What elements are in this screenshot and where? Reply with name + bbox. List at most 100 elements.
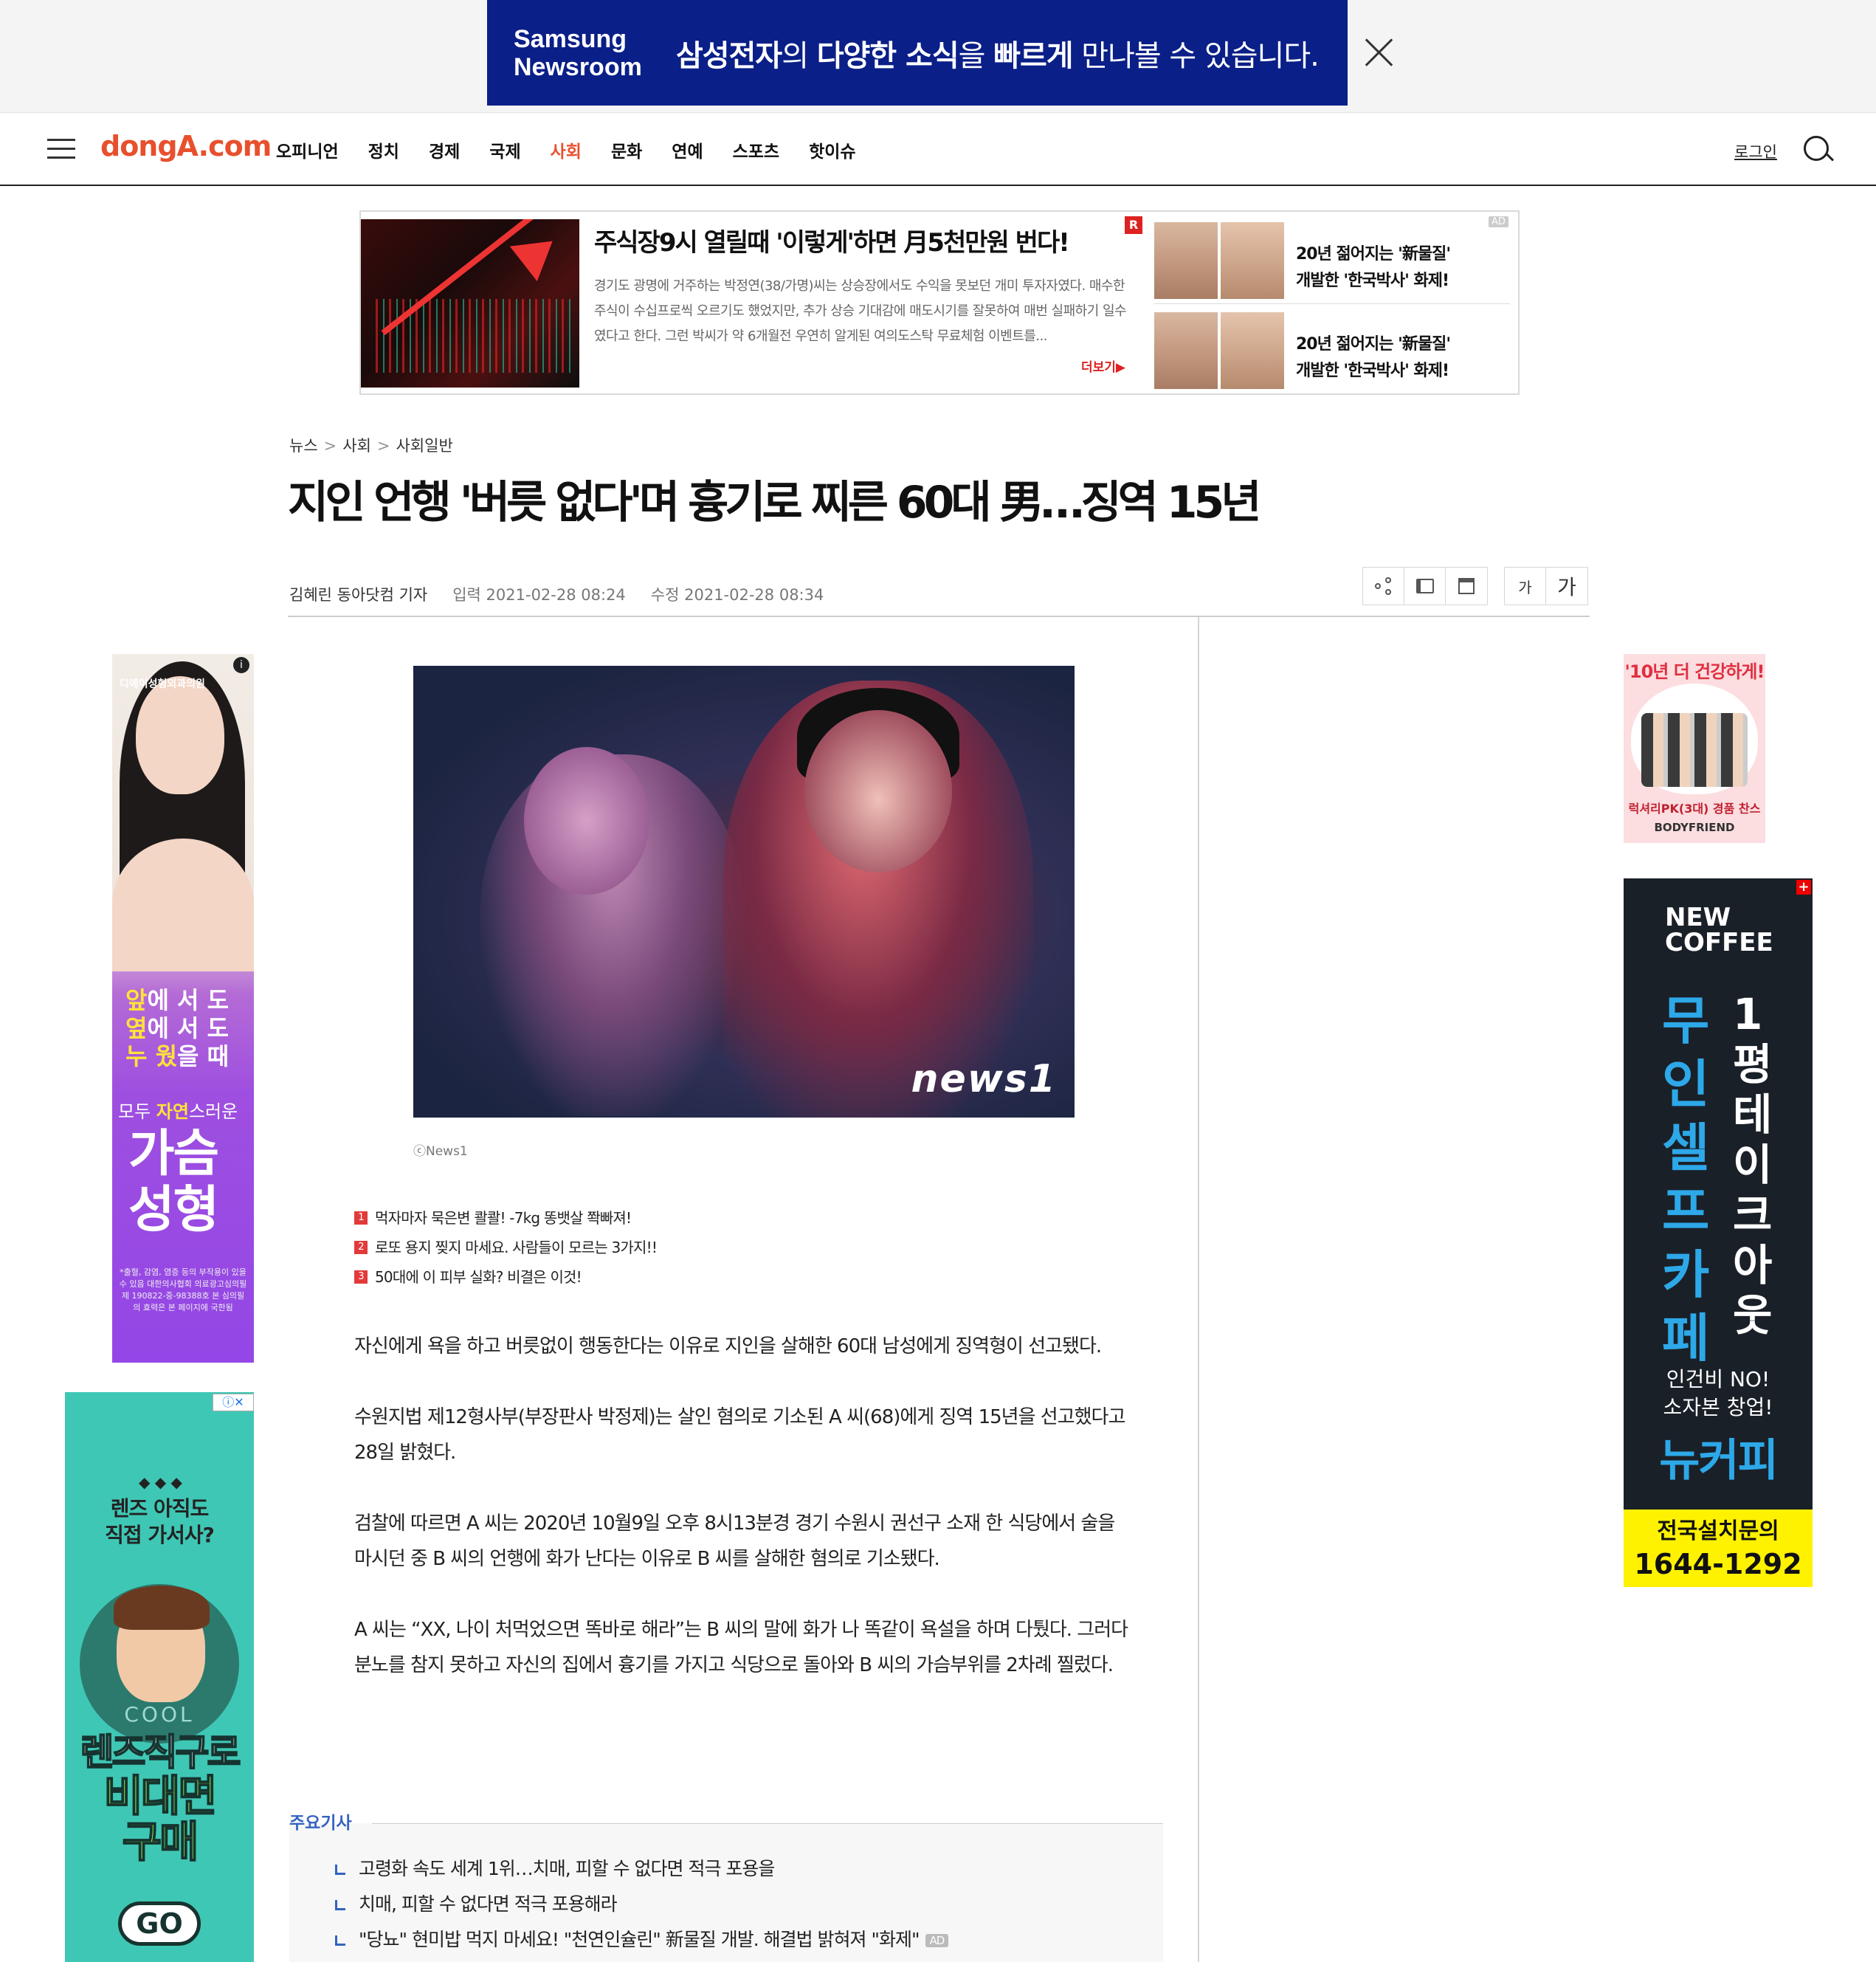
hamburger-menu-icon[interactable] xyxy=(47,139,75,159)
ad-product: 럭셔리PK(3대) 경품 찬스 xyxy=(1628,802,1761,816)
samsung-newsroom-banner[interactable]: Samsung Newsroom 삼성전자의 다양한 소식을 빠르게 만나볼 수… xyxy=(487,0,1348,106)
article-headline: 지인 언행 '버릇 없다'며 흉기로 찌른 60대 男…징역 15년 xyxy=(288,477,1261,529)
ad-brand: BODYFRIEND xyxy=(1654,821,1735,834)
menu-opinion[interactable]: 오피니언 xyxy=(276,137,339,162)
msg-particle-2: 을 xyxy=(958,38,994,73)
ad-question: 렌즈 아직도 직접 가서사? xyxy=(105,1496,215,1547)
link-text[interactable]: 먹자마자 묵은변 콸콸! -7kg 똥뱃살 쫙빠져! xyxy=(375,1203,632,1233)
clinic-logo: 디에이성형외과의원 xyxy=(120,678,205,690)
login-link[interactable]: 로그인 xyxy=(1734,140,1777,162)
skin-photo xyxy=(1221,222,1284,299)
ad-cta-2: 비대면 구매 xyxy=(103,1771,218,1867)
ad-headline[interactable]: 주식장9시 열릴때 '이렇게'하면 月5천만원 번다! xyxy=(594,222,1070,258)
ad-copy: 앞에 서 도 옆에 서 도 누 웠을 때 xyxy=(125,986,230,1070)
msg-particle-1: 의 xyxy=(782,38,817,73)
menu-society[interactable]: 사회 xyxy=(551,137,582,162)
reporter-name[interactable]: 김혜린 동아닷컴 기자 xyxy=(289,583,427,605)
menu-hot-issue[interactable]: 핫이슈 xyxy=(809,137,855,162)
info-icon[interactable]: i xyxy=(233,657,249,673)
divider xyxy=(372,1823,1163,1824)
ad-headline: 가슴 성형 xyxy=(128,1125,219,1239)
key-news-title: 주요기사 xyxy=(289,1814,352,1833)
article-tools: 가 가 xyxy=(1362,567,1588,605)
right-newcoffee-ad[interactable]: NEW COFFEE 무인셀프카페 1평테이크아웃 인건비 NO! 소자본 창업! … xyxy=(1624,878,1813,1587)
column-divider xyxy=(1198,617,1199,1962)
search-icon[interactable] xyxy=(1804,136,1833,165)
menu-international[interactable]: 국제 xyxy=(489,137,520,162)
menu-sports[interactable]: 스포츠 xyxy=(733,137,779,162)
crumb-news[interactable]: 뉴스 xyxy=(289,437,318,455)
font-larger-button[interactable]: 가 xyxy=(1546,568,1587,605)
list-item[interactable]: 3 50대에 이 피부 실화? 비결은 이것! xyxy=(354,1262,657,1292)
byline-divider xyxy=(288,616,1590,617)
ad-copy: 인건비 NO! 소자본 창업! xyxy=(1663,1367,1773,1419)
ad-chip: AD xyxy=(925,1934,949,1947)
msg-samsung: 삼성전자 xyxy=(676,38,782,73)
side-ad-item[interactable]: 20년 젊어지는 '新물질' 개발한 '한국박사' 화제! xyxy=(1154,312,1508,389)
related-ad-links: 1 먹자마자 묵은변 콸콸! -7kg 똥뱃살 쫙빠져! 2 로또 용지 찢지 마세… xyxy=(354,1203,658,1292)
photo-caption: ⓒNews1 xyxy=(413,1144,468,1159)
link-text[interactable]: 50대에 이 피부 실화? 비결은 이것! xyxy=(375,1262,582,1292)
ad-description: 경기도 광명에 거주하는 박정연(38/가명)씨는 상승장에서도 수익을 못보던… xyxy=(594,278,1127,344)
brand-line-1: Samsung xyxy=(514,24,627,53)
font-smaller-button[interactable]: 가 xyxy=(1505,568,1546,605)
menu-culture[interactable]: 문화 xyxy=(611,137,642,162)
ad-cool: COOL xyxy=(124,1702,195,1727)
stock-chart-thumbnail[interactable] xyxy=(361,219,579,388)
top-native-ad[interactable]: 주식장9시 열릴때 '이렇게'하면 月5천만원 번다! 경기도 광명에 거주하는… xyxy=(359,210,1520,395)
donga-logo[interactable]: dongA.com xyxy=(100,130,272,162)
bullet-icon xyxy=(335,1935,345,1946)
menu-politics[interactable]: 정치 xyxy=(368,137,399,162)
ad-more-link[interactable]: 더보기▶ xyxy=(1081,357,1125,375)
skin-photo xyxy=(1154,222,1218,299)
banner-message: 삼성전자의 다양한 소식을 빠르게 만나볼 수 있습니다. xyxy=(676,32,1320,75)
article-body: 자신에게 욕을 하고 버릇없이 행동한다는 이유로 지인을 살해한 60대 남성… xyxy=(354,1329,1129,1718)
speaker-icon[interactable] xyxy=(1404,568,1446,605)
ad-choices-close-icon[interactable]: ⓘ✕ xyxy=(213,1394,254,1411)
menu-entertainment[interactable]: 연예 xyxy=(672,137,703,162)
list-item[interactable]: 치매, 피할 수 없다면 적극 포용해라 xyxy=(335,1890,618,1916)
news1-watermark: news1 xyxy=(911,1057,1057,1101)
list-item[interactable]: 1 먹자마자 묵은변 콸콸! -7kg 똥뱃살 쫙빠져! xyxy=(354,1203,657,1233)
paragraph: 검찰에 따르면 A 씨는 2020년 10월9일 오후 8시13분경 경기 수원… xyxy=(354,1512,1115,1570)
link-text[interactable]: 로또 용지 찢지 마세요. 사람들이 모르는 3가지!! xyxy=(375,1233,658,1262)
menu-economy[interactable]: 경제 xyxy=(429,137,460,162)
rank-badge: 3 xyxy=(354,1270,368,1284)
divider xyxy=(1154,303,1510,304)
top-promo-strip: Samsung Newsroom 삼성전자의 다양한 소식을 빠르게 만나볼 수… xyxy=(0,0,1876,113)
article-photo[interactable]: news1 xyxy=(413,666,1075,1118)
right-bodyfriend-ad[interactable]: '10년 더 건강하게! 럭셔리PK(3대) 경품 찬스 BODYFRIEND xyxy=(1624,654,1765,843)
skin-photo xyxy=(1221,312,1284,389)
side-ad-text: 20년 젊어지는 '新물질' 개발한 '한국박사' 화제! xyxy=(1296,245,1451,290)
go-button[interactable]: GO xyxy=(118,1901,201,1946)
print-icon[interactable] xyxy=(1446,568,1487,605)
key-news-link[interactable]: "당뇨" 현미밥 먹지 마세요! "천연인슐린" 新물질 개발. 해결법 밝혀져… xyxy=(359,1929,920,1950)
global-nav: dongA.com 오피니언 정치 경제 국제 사회 문화 연예 스포츠 핫이슈… xyxy=(0,114,1876,186)
share-icon[interactable] xyxy=(1363,568,1404,605)
left-lens-ad[interactable]: ◆ ◆ ◆ 렌즈 아직도 직접 가서사? COOL 렌즈직구로 비대면 구매 GO xyxy=(65,1392,254,1962)
crumb-society[interactable]: 사회 xyxy=(342,437,371,455)
key-news-link[interactable]: 치매, 피할 수 없다면 적극 포용해라 xyxy=(359,1893,618,1915)
ad-subcopy: 모두 자연스러운 xyxy=(118,1101,238,1122)
edit-date: 수정 2021-02-28 08:34 xyxy=(650,586,824,604)
left-skyscraper-ad[interactable]: 디에이성형외과의원 앞에 서 도 옆에 서 도 누 웠을 때 모두 자연스러운 … xyxy=(112,654,254,1363)
bullet-icon xyxy=(335,1865,345,1875)
plus-icon[interactable]: + xyxy=(1796,880,1811,895)
bullet-icon xyxy=(335,1900,345,1910)
ad-brand-name: 뉴커피 xyxy=(1659,1435,1779,1487)
ad-fineprint: *출혈, 감염, 염증 등의 부작용이 있을 수 있음 대한의사협회 의료광고심… xyxy=(119,1267,247,1312)
crumb-society-general[interactable]: 사회일반 xyxy=(396,437,453,455)
samsung-newsroom-logo: Samsung Newsroom xyxy=(514,25,661,81)
paragraph: 자신에게 욕을 하고 버릇없이 행동한다는 이유로 지인을 살해한 60대 남성… xyxy=(354,1335,1102,1357)
key-news-link[interactable]: 고령화 속도 세계 1위…치매, 피할 수 없다면 적극 포용을 xyxy=(359,1858,775,1879)
main-menu: 오피니언 정치 경제 국제 사회 문화 연예 스포츠 핫이슈 xyxy=(276,137,886,162)
key-news-list: 고령화 속도 세계 1위…치매, 피할 수 없다면 적극 포용을 치매, 피할 … xyxy=(289,1823,1163,1962)
rank-badge: 2 xyxy=(354,1241,368,1254)
newcoffee-logo: NEW COFFEE xyxy=(1665,903,1773,957)
list-item[interactable]: 2 로또 용지 찢지 마세요. 사람들이 모르는 3가지!! xyxy=(354,1233,658,1262)
close-banner-icon[interactable] xyxy=(1364,37,1393,66)
list-item[interactable]: 고령화 속도 세계 1위…치매, 피할 수 없다면 적극 포용을 xyxy=(335,1854,775,1881)
side-ad-item[interactable]: 20년 젊어지는 '新물질' 개발한 '한국박사' 화제! xyxy=(1154,222,1508,299)
list-item[interactable]: "당뇨" 현미밥 먹지 마세요! "천연인슐린" 新물질 개발. 해결법 밝혀져… xyxy=(335,1925,949,1952)
input-date: 입력 2021-02-28 08:24 xyxy=(452,586,626,604)
